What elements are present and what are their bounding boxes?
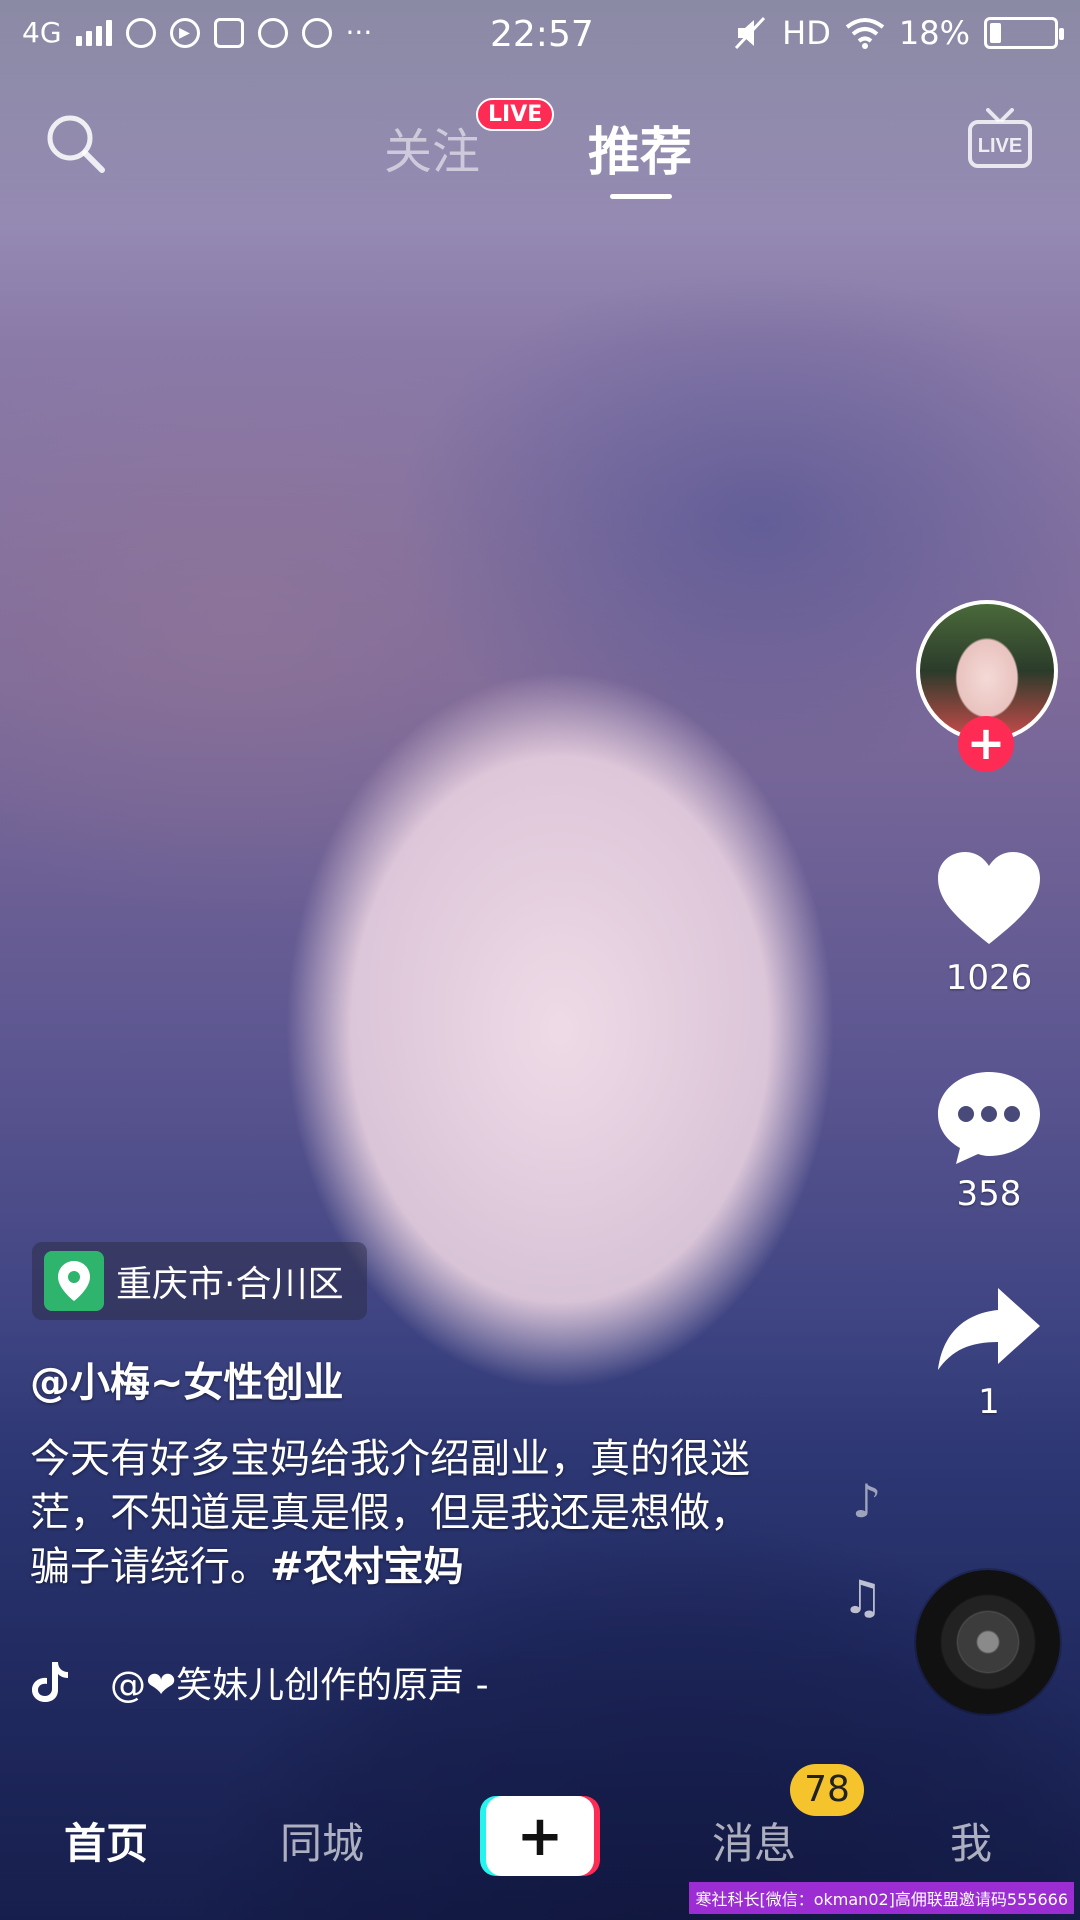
tab-messages[interactable]: 消息 [712, 1810, 796, 1871]
tab-me[interactable]: 我 [950, 1810, 992, 1871]
tab-nearby-city[interactable]: 同城 [280, 1810, 364, 1871]
search-icon[interactable] [40, 108, 110, 178]
messages-badge: 78 [790, 1764, 864, 1816]
live-tv-icon[interactable]: LIVE [966, 104, 1034, 174]
share-count: 1 [978, 1382, 1000, 1422]
comment-icon[interactable] [934, 1066, 1044, 1166]
music-info[interactable]: @❤笑妹儿创作的原声 - [30, 1656, 489, 1708]
share-arrow-icon[interactable] [934, 1284, 1044, 1374]
caption-hashtag[interactable]: #农村宝妈 [270, 1544, 464, 1590]
wifi-icon [845, 18, 885, 49]
music-note-icon: ♪ [852, 1474, 882, 1528]
watermark-banner: 寒社科长[微信：okman02]高佣联盟邀请码555666 [689, 1882, 1074, 1914]
music-disc-button[interactable] [916, 1570, 1060, 1714]
heart-icon[interactable] [934, 850, 1044, 950]
author-name[interactable]: @小梅~女性创业 [30, 1350, 344, 1408]
mute-icon [735, 16, 766, 50]
share-button[interactable]: 1 [909, 1284, 1069, 1422]
music-disc-cover [958, 1612, 1018, 1672]
battery-icon [984, 17, 1064, 49]
creator-avatar-button[interactable]: + [916, 600, 1058, 772]
tab-follow[interactable]: 关注 [384, 112, 480, 182]
plus-icon: + [486, 1796, 594, 1876]
planet-icon [125, 17, 156, 48]
like-count: 1026 [945, 958, 1033, 998]
tencent-icon [213, 17, 244, 48]
active-tab-indicator [610, 194, 672, 199]
location-tag[interactable]: 重庆市·合川区 [32, 1242, 368, 1320]
qq-icon [257, 17, 288, 48]
status-right: HD 18% [734, 14, 1064, 52]
comment-count: 358 [956, 1174, 1022, 1214]
tab-home[interactable]: 首页 [64, 1810, 148, 1871]
play-icon: ▶ [169, 17, 200, 48]
location-pin-icon [44, 1251, 104, 1311]
tab-recommend[interactable]: 推荐 [588, 110, 692, 185]
music-title: @❤笑妹儿创作的原声 - [110, 1665, 489, 1706]
location-text: 重庆市·合川区 [116, 1264, 344, 1305]
status-bar: 4G ▶ ··· 22:57 HD 18% [0, 0, 1080, 80]
live-badge: LIVE [476, 98, 555, 131]
tiktok-logo-icon [32, 1662, 68, 1702]
like-button[interactable]: 1026 [909, 850, 1069, 998]
battery-percent: 18% [898, 14, 970, 52]
follow-plus-button[interactable]: + [958, 716, 1014, 772]
top-nav: 关注 LIVE 推荐 LIVE [0, 90, 1080, 220]
qq-icon [301, 17, 332, 48]
clock: 22:57 [490, 14, 594, 55]
signal-icon [75, 19, 112, 46]
live-button-label: LIVE [978, 135, 1022, 157]
create-video-button[interactable]: + [480, 1796, 600, 1876]
status-left: 4G ▶ ··· [22, 16, 372, 49]
comment-button[interactable]: 358 [909, 1066, 1069, 1214]
video-caption: 今天有好多宝妈给我介绍副业，真的很迷茫，不知道是真是假，但是我还是想做，骗子请绕… [30, 1432, 760, 1594]
hd-label: HD [782, 14, 831, 52]
network-type: 4G [22, 16, 62, 49]
more-notifications: ··· [345, 16, 373, 49]
music-note-icon: ♫ [842, 1570, 884, 1624]
battery-fill [990, 23, 1001, 43]
